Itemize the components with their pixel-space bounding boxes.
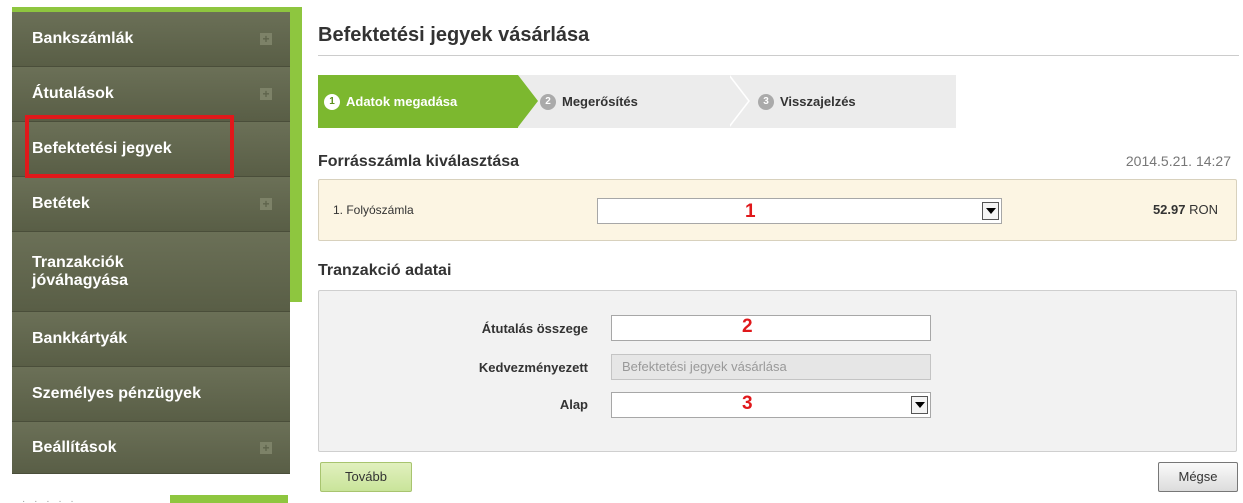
sidebar-item-label: Bankszámlák	[32, 30, 134, 47]
balance-currency: RON	[1189, 202, 1218, 217]
sidebar-item-label: Betétek	[32, 195, 90, 212]
amount-label: Átutalás összege	[481, 321, 588, 336]
payee-label: Kedvezményezett	[478, 360, 588, 375]
account-balance: 52.97 RON	[1153, 202, 1218, 217]
step-number: 2	[540, 93, 556, 110]
wizard-steps: 1 Adatok megadása 2 Megerősítés 3 Vissza…	[318, 75, 956, 128]
title-divider	[318, 55, 1239, 56]
next-button[interactable]: Tovább	[320, 462, 412, 492]
expand-plus-icon: +	[260, 198, 272, 210]
expand-plus-icon: +	[260, 33, 272, 45]
page-title: Befektetési jegyek vásárlása	[318, 24, 590, 46]
step-number: 1	[324, 93, 340, 110]
dropdown-arrow-icon[interactable]	[982, 202, 999, 220]
sidebar-item-label: Tranzakciók jóváhagyása	[32, 253, 129, 289]
sidebar-item-betetek[interactable]: Betétek +	[12, 177, 290, 232]
timestamp: 2014.5.21. 14:27	[1125, 153, 1231, 169]
sidebar-item-beallitasok[interactable]: Beállítások +	[12, 422, 290, 474]
expand-plus-icon: +	[260, 88, 272, 100]
cancel-button[interactable]: Mégse	[1158, 462, 1238, 492]
sidebar-item-bankkartyak[interactable]: Bankkártyák	[12, 312, 290, 367]
dropdown-arrow-icon[interactable]	[911, 396, 928, 414]
sidebar-item-label: Átutalások	[32, 85, 114, 102]
annotation-highlight-box	[25, 115, 234, 178]
annotation-marker-3: 3	[742, 393, 753, 414]
annotation-marker-1: 1	[745, 201, 756, 222]
sidebar-item-label: Bankkártyák	[32, 330, 128, 347]
step-label: Megerősítés	[562, 94, 638, 109]
transaction-heading: Tranzakció adatai	[318, 262, 452, 279]
step-1-active: 1 Adatok megadása	[318, 75, 518, 128]
payee-field: Befektetési jegyek vásárlása	[611, 354, 931, 380]
step-arrow	[518, 75, 538, 127]
sidebar-item-atutalasok[interactable]: Átutalások +	[12, 67, 290, 122]
source-account-panel: 1. Folyószámla 1 52.97 RON	[318, 179, 1237, 241]
decorative-dots: · · · · ·	[22, 496, 77, 503]
sidebar-item-tranzakciok-jovahagyasa[interactable]: Tranzakciók jóváhagyása	[12, 232, 290, 312]
step-3: 3 Visszajelzés	[758, 75, 856, 128]
source-account-select[interactable]: 1	[597, 198, 1002, 224]
sidebar-item-szemelyes-penzugyek[interactable]: Személyes pénzügyek	[12, 367, 290, 422]
step-2: 2 Megerősítés	[540, 75, 638, 128]
step-number: 3	[758, 93, 774, 110]
sidebar-item-label: Személyes pénzügyek	[32, 385, 201, 402]
fund-select[interactable]: 3	[611, 392, 931, 418]
transaction-panel: Átutalás összege 2 Kedvezményezett Befek…	[318, 290, 1237, 452]
step-label: Visszajelzés	[780, 94, 856, 109]
account-name: 1. Folyószámla	[333, 203, 414, 217]
expand-plus-icon: +	[260, 441, 272, 454]
sidebar-accent-bar-right	[288, 7, 302, 302]
amount-input[interactable]: 2	[611, 315, 931, 341]
step-label: Adatok megadása	[346, 94, 458, 109]
annotation-marker-2: 2	[742, 316, 753, 337]
sidebar-bottom-accent	[170, 495, 288, 503]
source-account-heading: Forrásszámla kiválasztása	[318, 153, 520, 170]
step-separator	[728, 75, 748, 127]
sidebar-item-bankszamlak[interactable]: Bankszámlák +	[12, 12, 290, 67]
sidebar-item-label: Beállítások	[32, 438, 117, 456]
balance-amount: 52.97	[1152, 202, 1186, 217]
fund-label: Alap	[559, 397, 588, 412]
